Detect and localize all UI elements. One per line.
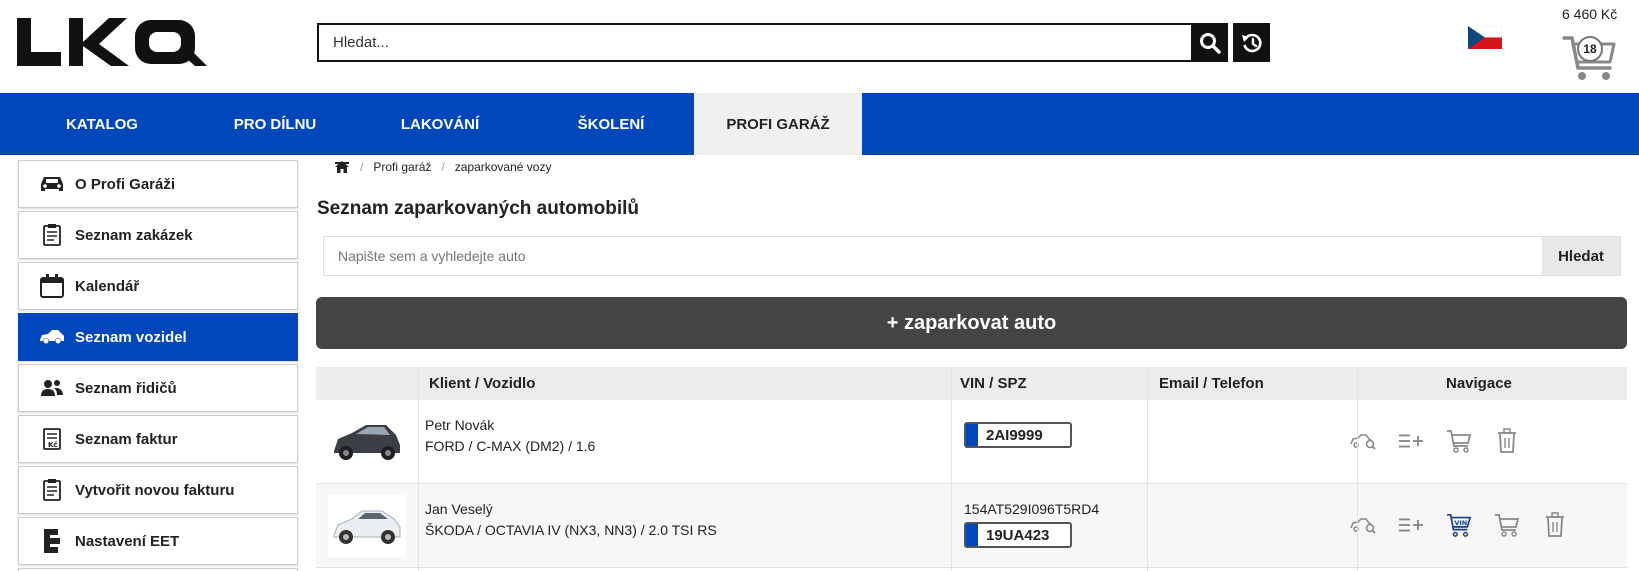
cart-count-badge: 18 bbox=[1577, 36, 1603, 62]
nav-item-skoleni[interactable]: ŠKOLENÍ bbox=[556, 93, 666, 155]
cart-icon[interactable] bbox=[1494, 512, 1520, 538]
car-front-icon bbox=[37, 171, 67, 197]
nav-item-profi-garaz[interactable]: PROFI GARÁŽ bbox=[694, 93, 862, 155]
table-row: Jan Veselý ŠKODA / OCTAVIA IV (NX3, NN3)… bbox=[316, 484, 1627, 568]
history-icon bbox=[1241, 33, 1262, 52]
sidebar-item-seznam-vozidel[interactable]: Seznam vozidel bbox=[18, 313, 298, 361]
search-icon bbox=[1199, 32, 1221, 54]
sidebar-item-label: Kalendář bbox=[75, 277, 140, 295]
sidebar-item-nastaveni-eet[interactable]: Nastavení EET bbox=[18, 517, 298, 565]
car-search-icon[interactable] bbox=[1350, 428, 1376, 454]
nav-item-katalog[interactable]: KATALOG bbox=[42, 93, 162, 155]
calendar-icon bbox=[37, 273, 67, 299]
client-name: Jan Veselý bbox=[425, 501, 493, 517]
breadcrumb-item[interactable]: Profi garáž bbox=[373, 160, 431, 174]
plate-number: 19UA423 bbox=[986, 526, 1050, 544]
car-search-input[interactable]: Napište sem a vyhledejte auto bbox=[324, 237, 1542, 275]
nav-item-pro-dilnu[interactable]: PRO DÍLNU bbox=[210, 93, 340, 155]
breadcrumb: / Profi garáž / zaparkované vozy bbox=[334, 160, 551, 174]
column-header-vin: VIN / SPZ bbox=[960, 375, 1027, 392]
plate-number: 2AI9999 bbox=[986, 426, 1043, 444]
sidebar-item-label: Seznam vozidel bbox=[75, 328, 187, 346]
trash-icon[interactable] bbox=[1542, 512, 1568, 538]
sidebar-item-seznam-faktur[interactable]: Kč Seznam faktur bbox=[18, 415, 298, 463]
sidebar-item-label: Seznam faktur bbox=[75, 430, 178, 448]
breadcrumb-item: zaparkované vozy bbox=[454, 160, 552, 174]
license-plate: 2AI9999 bbox=[964, 422, 1072, 448]
add-to-list-icon[interactable] bbox=[1398, 512, 1424, 538]
sidebar-item-label: Nastavení EET bbox=[75, 532, 180, 550]
sidebar-item-seznam-zakazek[interactable]: Seznam zakázek bbox=[18, 211, 298, 259]
park-car-button[interactable]: + zaparkovat auto bbox=[316, 297, 1627, 349]
column-header-navigation: Navigace bbox=[1446, 375, 1512, 392]
czech-flag-icon[interactable] bbox=[1468, 26, 1502, 49]
home-icon[interactable] bbox=[334, 160, 350, 174]
clipboard-list-icon bbox=[37, 222, 67, 248]
car-search-placeholder: Napište sem a vyhledejte auto bbox=[338, 248, 526, 264]
sidebar-item-label: Vytvořit novou fakturu bbox=[75, 481, 235, 499]
svg-text:VIN: VIN bbox=[1454, 519, 1467, 527]
page-title: Seznam zaparkovaných automobilů bbox=[317, 198, 640, 219]
column-divider bbox=[1147, 367, 1148, 571]
history-button[interactable] bbox=[1233, 23, 1270, 62]
car-side-icon bbox=[37, 324, 67, 350]
sidebar-item-seznam-ridicu[interactable]: Seznam řidičů bbox=[18, 364, 298, 412]
column-divider bbox=[418, 367, 419, 571]
sidebar-item-label: Seznam zakázek bbox=[75, 226, 193, 244]
table-header: Klient / Vozidlo VIN / SPZ Email / Telef… bbox=[316, 367, 1627, 400]
table-row: Petr Novák FORD / C-MAX (DM2) / 1.6 2AI9… bbox=[316, 400, 1627, 484]
eu-band bbox=[966, 424, 978, 446]
license-plate: 19UA423 bbox=[964, 522, 1072, 548]
sidebar-item-label: Seznam řidičů bbox=[75, 379, 177, 397]
users-icon bbox=[37, 375, 67, 401]
vin-number: 154AT529I096T5RD4 bbox=[964, 501, 1100, 517]
nav-item-lakovani[interactable]: LAKOVÁNÍ bbox=[380, 93, 500, 155]
column-header-contact: Email / Telefon bbox=[1159, 375, 1264, 392]
svg-text:Kč: Kč bbox=[48, 441, 58, 449]
car-thumbnail bbox=[328, 495, 406, 557]
sidebar-item-label: O Profi Garáži bbox=[75, 175, 176, 193]
eu-band bbox=[966, 524, 978, 546]
car-search-icon[interactable] bbox=[1350, 512, 1376, 538]
eet-icon bbox=[37, 528, 67, 554]
vin-cart-icon[interactable]: VIN bbox=[1446, 512, 1472, 538]
vehicle-description: FORD / C-MAX (DM2) / 1.6 bbox=[425, 438, 596, 454]
search-button[interactable] bbox=[1191, 23, 1228, 62]
client-name: Petr Novák bbox=[425, 417, 495, 433]
column-divider bbox=[1357, 367, 1358, 571]
search-input[interactable]: Hledat... bbox=[317, 23, 1193, 62]
main-nav: KATALOG PRO DÍLNU LAKOVÁNÍ ŠKOLENÍ PROFI… bbox=[0, 93, 1639, 155]
clipboard-list-icon bbox=[37, 477, 67, 503]
car-search: Napište sem a vyhledejte auto Hledat bbox=[323, 236, 1621, 276]
row-actions: VIN bbox=[1350, 512, 1568, 538]
sidebar-item-kalendar[interactable]: Kalendář bbox=[18, 262, 298, 310]
invoice-icon: Kč bbox=[37, 426, 67, 452]
add-to-list-icon[interactable] bbox=[1398, 428, 1424, 454]
cart-icon[interactable] bbox=[1446, 428, 1472, 454]
row-actions bbox=[1350, 428, 1520, 454]
trash-icon[interactable] bbox=[1494, 428, 1520, 454]
column-header-client: Klient / Vozidlo bbox=[429, 375, 536, 392]
search-input-placeholder: Hledat... bbox=[333, 34, 389, 51]
lkq-logo[interactable] bbox=[17, 18, 207, 66]
sidebar-item-vytvorit-fakturu[interactable]: Vytvořit novou fakturu bbox=[18, 466, 298, 514]
car-search-button[interactable]: Hledat bbox=[1542, 237, 1620, 275]
car-thumbnail bbox=[328, 411, 406, 473]
sidebar-item-o-profi-garazi[interactable]: O Profi Garáži bbox=[18, 160, 298, 208]
cart-total: 6 460 Kč bbox=[1562, 6, 1618, 22]
column-divider bbox=[951, 367, 952, 571]
vehicle-description: ŠKODA / OCTAVIA IV (NX3, NN3) / 2.0 TSI … bbox=[425, 522, 717, 538]
